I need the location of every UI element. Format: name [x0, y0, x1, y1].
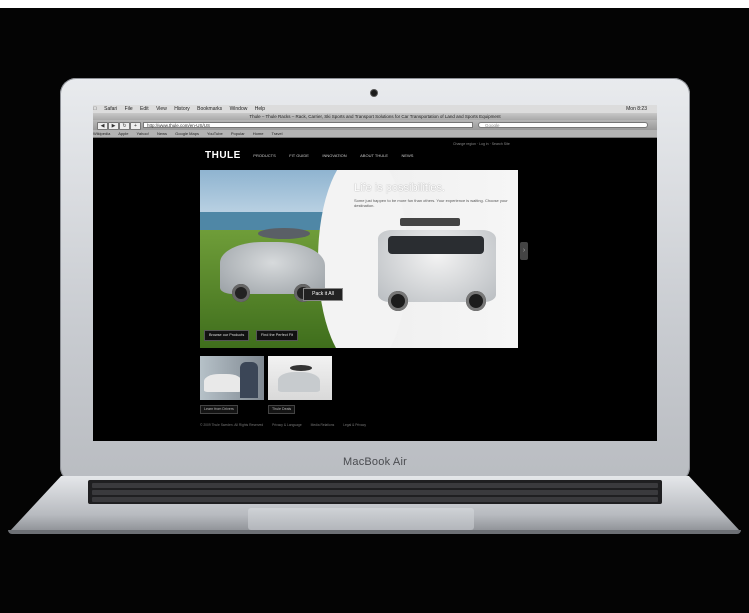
- browser-window-title: Thule – Thule Racks – Rack, Carrier, Ski…: [93, 113, 657, 120]
- web-page: Change region · Log in · Search Site THU…: [93, 138, 657, 441]
- bookmark-item[interactable]: Yahoo!: [137, 131, 149, 136]
- hero-banner[interactable]: Life is possibilities. Some just happen …: [200, 170, 518, 348]
- nav-products[interactable]: PRODUCTS: [253, 153, 275, 158]
- pack-it-badge[interactable]: Pack it All: [303, 288, 343, 301]
- next-slide-arrow-icon[interactable]: ›: [520, 242, 528, 260]
- menu-item[interactable]: Help: [255, 106, 265, 112]
- footer-link[interactable]: Privacy & Language: [272, 423, 302, 427]
- trackpad: [248, 508, 474, 530]
- bookmark-item[interactable]: News: [157, 131, 167, 136]
- site-nav: THULE PRODUCTS FIT GUIDE INNOVATION ABOU…: [205, 147, 422, 161]
- apple-menu-icon[interactable]: : [93, 106, 97, 112]
- menu-item[interactable]: History: [174, 106, 190, 112]
- bookmark-item[interactable]: Apple: [118, 131, 128, 136]
- browser-toolbar: ◀ ▶ ↻ + http://www.thule.com/en-US/US Go…: [93, 120, 657, 130]
- add-bookmark-button[interactable]: +: [130, 122, 141, 130]
- address-bar[interactable]: http://www.thule.com/en-US/US: [143, 122, 473, 128]
- back-button[interactable]: ◀: [97, 122, 108, 130]
- footer-copyright: © 2009 Thule Sweden. All Rights Reserved: [200, 423, 264, 427]
- roof-box-image: [258, 228, 310, 239]
- nav-innovation[interactable]: INNOVATION: [322, 153, 346, 158]
- laptop-lid:  Safari File Edit View History Bookmark…: [60, 78, 690, 483]
- menu-item[interactable]: Edit: [140, 106, 149, 112]
- bookmark-item[interactable]: Google Maps: [175, 131, 199, 136]
- search-field[interactable]: Google: [478, 122, 648, 128]
- menu-item[interactable]: File: [125, 106, 133, 112]
- camera-icon: [371, 90, 377, 96]
- bookmark-item[interactable]: Popular: [231, 131, 245, 136]
- nav-fit-guide[interactable]: FIT GUIDE: [289, 153, 309, 158]
- suv-car-image: [378, 230, 496, 311]
- nav-about[interactable]: ABOUT THULE: [360, 153, 388, 158]
- hero-title: Life is possibilities.: [354, 182, 446, 194]
- menu-item[interactable]: View: [156, 106, 167, 112]
- footer-link[interactable]: Legal & Privacy: [343, 423, 366, 427]
- find-fit-button[interactable]: Find the Perfect Fit: [256, 330, 299, 341]
- thumb-label-drivers[interactable]: Learn from Drivers: [200, 405, 238, 414]
- thumb-label-deals[interactable]: Thule Deals: [268, 405, 296, 414]
- bookmark-item[interactable]: Home: [253, 131, 264, 136]
- site-footer: © 2009 Thule Sweden. All Rights Reserved…: [200, 423, 374, 427]
- forward-button[interactable]: ▶: [108, 122, 119, 130]
- bookmark-item[interactable]: YouTube: [207, 131, 223, 136]
- laptop-brand-label: MacBook Air: [343, 456, 407, 468]
- bookmarks-bar: Wikipedia Apple Yahoo! News Google Maps …: [93, 130, 657, 138]
- os-menubar:  Safari File Edit View History Bookmark…: [93, 105, 657, 113]
- reload-button[interactable]: ↻: [119, 122, 130, 130]
- keyboard: [88, 480, 662, 504]
- thumbnail-deals[interactable]: [268, 356, 332, 400]
- browse-products-button[interactable]: Browse our Products: [204, 330, 250, 341]
- bookmark-item[interactable]: Wikipedia: [93, 131, 110, 136]
- menu-item[interactable]: Window: [230, 106, 248, 112]
- bookmark-item[interactable]: Travel: [272, 131, 283, 136]
- hero-subtitle: Some just happen to be more fun than oth…: [354, 198, 508, 208]
- laptop-base-edge: [8, 530, 741, 534]
- laptop-screen:  Safari File Edit View History Bookmark…: [93, 105, 657, 441]
- bike-rack-image: [400, 218, 460, 226]
- thumbnail-drivers[interactable]: [200, 356, 264, 400]
- hatchback-car-image: [220, 242, 325, 302]
- menu-item[interactable]: Bookmarks: [197, 106, 222, 112]
- nav-news[interactable]: NEWS: [401, 153, 413, 158]
- footer-link[interactable]: Media Relations: [311, 423, 335, 427]
- top-links[interactable]: Change region · Log in · Search Site: [453, 142, 510, 146]
- menubar-clock: Mon 8:23: [626, 106, 647, 112]
- thule-logo[interactable]: THULE: [205, 150, 241, 161]
- menu-item[interactable]: Safari: [104, 106, 117, 112]
